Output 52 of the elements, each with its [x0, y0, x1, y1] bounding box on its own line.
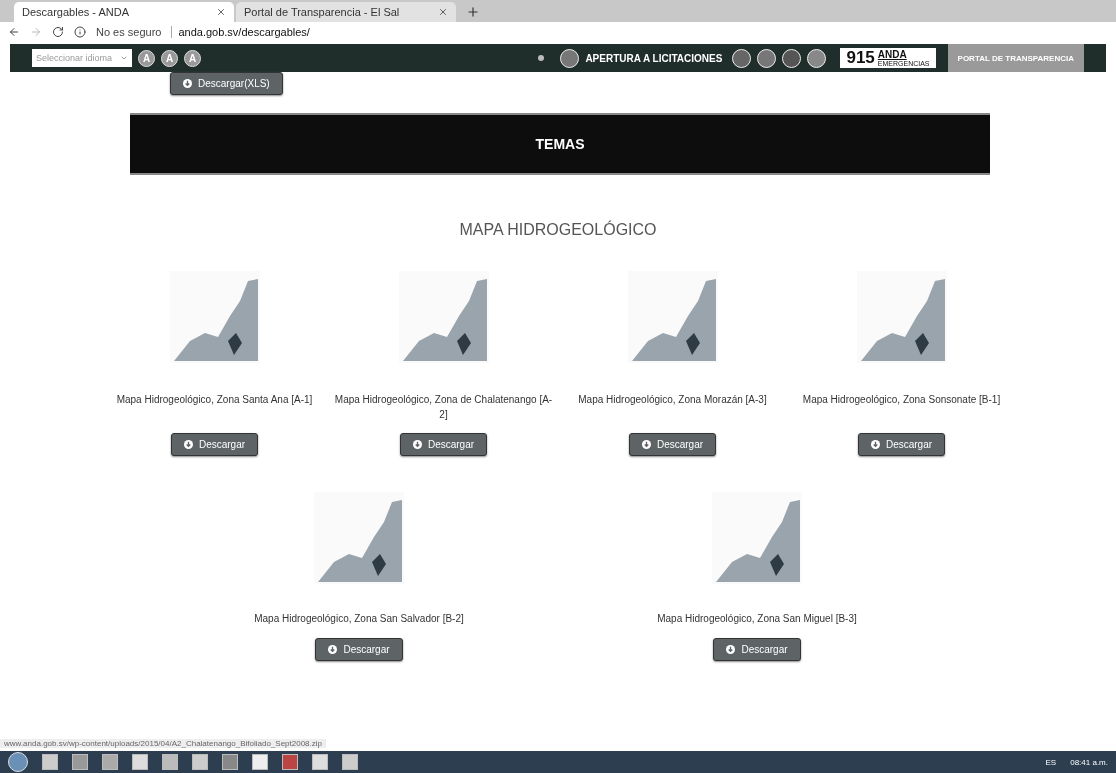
map-title: Mapa Hidrogeológico, Zona Sonsonate [B-1]: [802, 393, 1001, 407]
close-icon[interactable]: [438, 7, 448, 17]
forward-icon[interactable]: [30, 26, 42, 38]
language-indicator[interactable]: ES: [1045, 757, 1057, 767]
tenders-link[interactable]: APERTURA A LICITACIONES: [585, 52, 723, 64]
download-icon: [641, 440, 651, 449]
dropdown-caret-icon: [120, 54, 128, 62]
browser-tab[interactable]: Descargables - ANDA: [14, 2, 234, 22]
section-heading: MAPA HIDROGEOLÓGICO: [458, 221, 658, 239]
download-button[interactable]: Descargar: [628, 433, 717, 456]
taskbar-app-icon[interactable]: [312, 754, 328, 770]
download-icon: [183, 79, 192, 88]
download-xls-button[interactable]: Descargar(XLS): [170, 72, 283, 95]
taskbar-app-icon[interactable]: [252, 754, 268, 770]
social-icon[interactable]: [807, 48, 827, 68]
download-button[interactable]: Descargar: [857, 433, 946, 456]
start-button[interactable]: [8, 752, 28, 772]
social-icon[interactable]: [782, 48, 802, 68]
download-button[interactable]: Descargar: [315, 638, 403, 661]
info-icon[interactable]: [74, 26, 86, 38]
taskbar-app-icon[interactable]: [282, 754, 298, 770]
download-icon: [183, 440, 193, 449]
clock[interactable]: 08:41 a.m.: [1070, 757, 1108, 767]
back-icon[interactable]: [8, 26, 20, 38]
map-title: Mapa Hidrogeológico, Zona Santa Ana [A-1]: [116, 393, 313, 407]
address-field[interactable]: anda.gob.sv/descargables/: [171, 26, 310, 38]
download-button[interactable]: Descargar: [399, 433, 488, 456]
download-icon: [412, 440, 422, 449]
social-icon[interactable]: [732, 48, 752, 68]
taskbar-app-icon[interactable]: [72, 754, 88, 770]
taskbar-app-icon[interactable]: [222, 754, 238, 770]
download-button[interactable]: Descargar: [713, 638, 801, 661]
map-title: Mapa Hidrogeológico, Zona Morazán [A-3]: [578, 393, 767, 407]
security-label[interactable]: No es seguro: [96, 26, 162, 38]
taskbar-app-icon[interactable]: [132, 754, 148, 770]
download-icon: [726, 645, 736, 654]
section-bar: TEMAS: [130, 113, 990, 175]
dot-icon: [538, 55, 545, 61]
status-url: www.anda.gob.sv/wp-content/uploads/2015/04/A2_Chalatenango_Bifoliado_Sept2008.zip: [0, 738, 326, 748]
map-title: Mapa Hidrogeológico, Zona San Miguel [B-3]: [657, 612, 857, 626]
seal-icon: [560, 48, 580, 68]
social-icon[interactable]: [757, 48, 777, 68]
download-icon: [870, 440, 880, 449]
reload-icon[interactable]: [52, 26, 64, 38]
browser-tab[interactable]: Portal de Transparencia - El Sal: [236, 2, 456, 22]
close-icon[interactable]: [216, 7, 226, 17]
map-title: Mapa Hidrogeológico, Zona de Chalatenango [A-2]: [333, 393, 554, 422]
new-tab-icon[interactable]: [466, 5, 480, 19]
map-title: Mapa Hidrogeológico, Zona San Salvador [B-2]: [254, 612, 464, 626]
language-select[interactable]: Seleccionar idioma: [32, 49, 132, 67]
download-button[interactable]: Descargar: [170, 433, 259, 456]
download-icon: [328, 645, 338, 654]
